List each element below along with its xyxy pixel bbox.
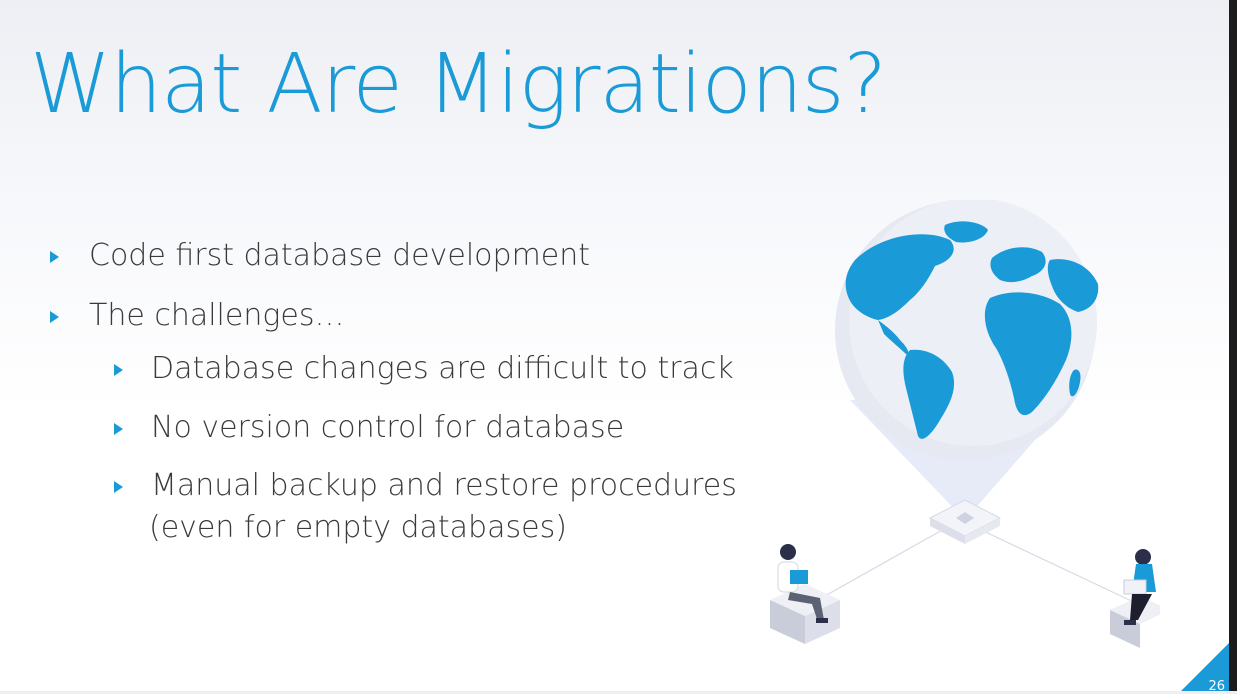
page-number: 26	[1208, 679, 1225, 694]
sub-bullet-item: No version control for database	[114, 408, 624, 448]
globe-network-illustration	[770, 200, 1160, 648]
slide: What Are Migrations? Code first database…	[0, 0, 1229, 691]
bullet-item: Code first database development	[50, 236, 590, 276]
bullet-text: Database changes are difficult to track	[151, 351, 734, 386]
bullet-triangle-icon	[50, 251, 59, 263]
window-edge	[1229, 0, 1237, 691]
connection-line	[959, 519, 1141, 606]
sub-bullet-item: Database changes are difficult to track	[114, 349, 734, 389]
sub-bullet-item: Manual backup and restore procedures	[114, 466, 737, 506]
globe-icon	[835, 200, 1099, 460]
bullet-list: Code first database development The chal…	[0, 0, 780, 691]
bullet-triangle-icon	[114, 423, 123, 435]
bullet-triangle-icon	[114, 364, 123, 376]
bullet-text: Manual backup and restore procedures	[151, 468, 737, 503]
bullet-triangle-icon	[50, 311, 59, 323]
bullet-text: The challenges…	[89, 298, 345, 333]
bullet-text: Code first database development	[89, 238, 591, 273]
bullet-triangle-icon	[114, 481, 123, 493]
bullet-text: No version control for database	[151, 410, 625, 445]
bullet-continuation: (even for empty databases)	[149, 510, 567, 545]
bullet-item: The challenges…	[50, 296, 344, 336]
pin-base-icon	[928, 499, 1002, 544]
person-with-laptop-icon	[1110, 549, 1160, 648]
